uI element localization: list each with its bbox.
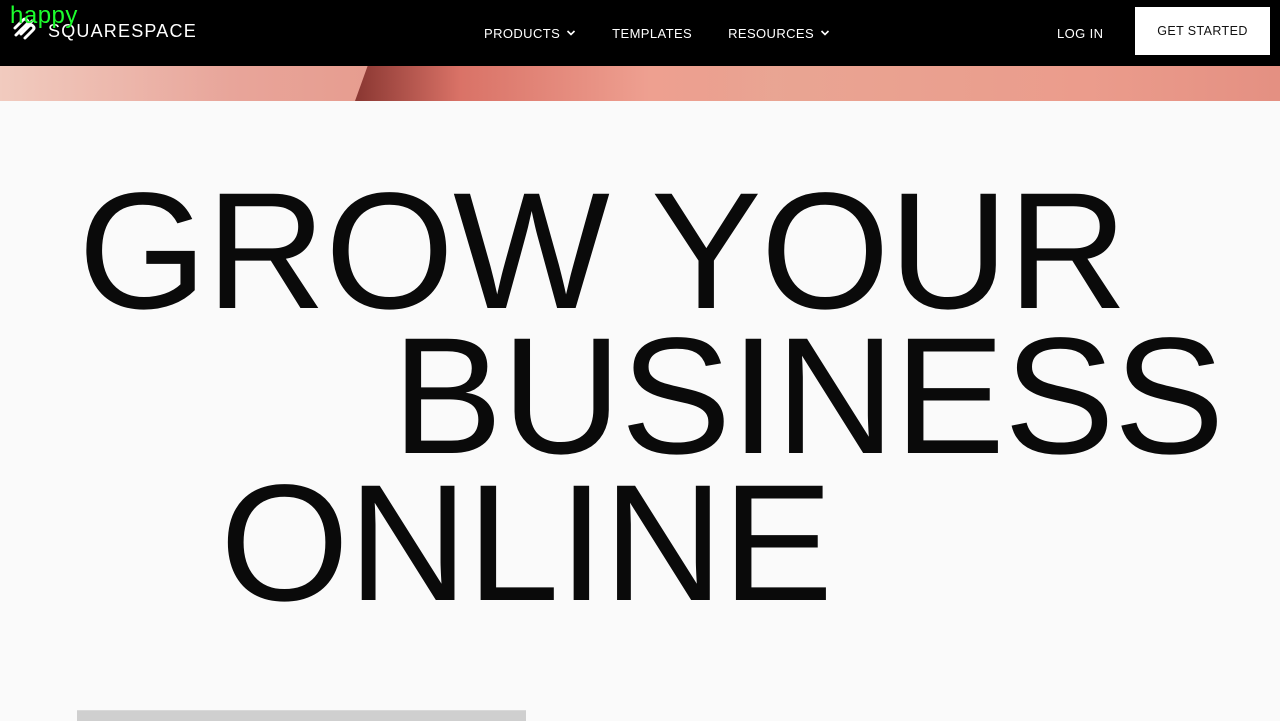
nav-item-resources[interactable]: RESOURCES <box>728 26 830 41</box>
hero-headline: GROW YOUR BUSINESS ONLINE <box>0 101 1280 641</box>
squarespace-logo[interactable]: SQUARESPACE <box>8 14 197 48</box>
logo-wordmark: SQUARESPACE <box>48 20 197 41</box>
chevron-down-icon <box>820 30 830 36</box>
nav-item-resources-label: RESOURCES <box>728 25 815 41</box>
nav-item-templates[interactable]: TEMPLATES <box>612 26 692 41</box>
headline-line-3: ONLINE <box>220 451 833 636</box>
nav-item-templates-label: TEMPLATES <box>612 25 693 41</box>
get-started-button[interactable]: GET STARTED <box>1135 7 1270 55</box>
squarespace-logo-icon <box>13 17 36 40</box>
primary-nav: PRODUCTS TEMPLATES RESOURCES <box>484 0 830 66</box>
nav-item-products-label: PRODUCTS <box>484 25 561 41</box>
top-navigation-bar: SQUARESPACE PRODUCTS TEMPLATES RESOURCES… <box>0 0 1280 66</box>
chevron-down-icon <box>567 30 576 36</box>
hero-image-strip <box>0 66 1280 101</box>
login-link[interactable]: LOG IN <box>1057 0 1103 66</box>
nav-item-products[interactable]: PRODUCTS <box>484 26 576 41</box>
bottom-preview-card-edge <box>77 710 526 721</box>
hero-image-shape <box>355 66 775 101</box>
